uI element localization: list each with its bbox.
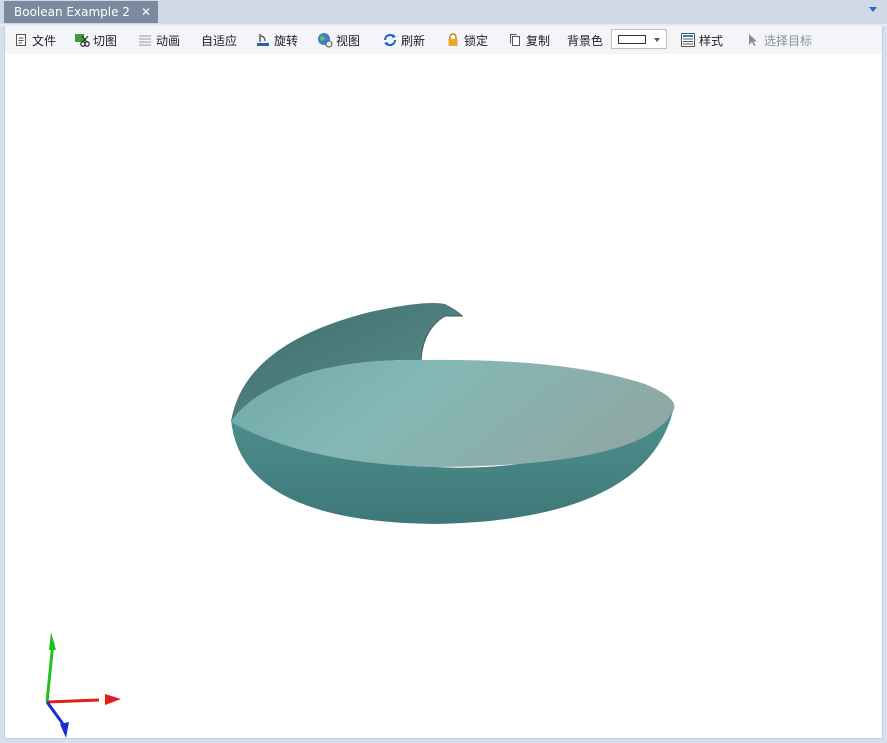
cut-view-label: 切图 — [93, 33, 118, 48]
background-color-picker[interactable] — [611, 29, 667, 49]
cut-view-button[interactable]: 切图 — [74, 30, 117, 50]
fit-button[interactable]: 自适应 — [201, 30, 237, 50]
copy-button[interactable]: 复制 — [507, 30, 550, 50]
y-axis-line — [45, 641, 55, 703]
color-swatch — [618, 35, 646, 44]
file-label: 文件 — [32, 33, 57, 48]
animation-button[interactable]: 动画 — [137, 30, 180, 50]
rotate-icon — [257, 34, 269, 46]
animation-label: 动画 — [156, 33, 181, 48]
document-tabstrip: Boolean Example 2 ✕ — [0, 0, 887, 24]
y-axis-arrow — [49, 632, 56, 650]
x-axis-arrow — [105, 694, 121, 705]
bowl-model — [231, 303, 675, 524]
axis-triad — [45, 632, 121, 738]
viewer-toolbar: 文件 切图 动画 自适应 旋转 视图 刷新 锁定 复制 背景色 样式 选择目标 — [4, 26, 883, 54]
lock-label: 锁定 — [464, 33, 489, 48]
refresh-button[interactable]: 刷新 — [382, 30, 425, 50]
view-button[interactable]: 视图 — [317, 30, 360, 50]
chevron-down-icon — [654, 38, 660, 42]
fit-label: 自适应 — [201, 33, 238, 48]
lock-icon — [448, 33, 458, 46]
lock-button[interactable]: 锁定 — [445, 30, 488, 50]
cursor-icon — [749, 34, 757, 46]
select-target-label: 选择目标 — [764, 33, 813, 48]
file-button[interactable]: 文件 — [13, 30, 56, 50]
document-tab[interactable]: Boolean Example 2 ✕ — [4, 1, 158, 23]
copy-icon — [510, 34, 520, 46]
x-axis-line — [46, 698, 100, 704]
scissors-icon — [75, 34, 90, 47]
z-axis-arrow — [60, 722, 69, 738]
copy-label: 复制 — [526, 33, 551, 48]
globe-icon — [318, 33, 333, 48]
refresh-label: 刷新 — [401, 33, 426, 48]
scene-canvas — [45, 303, 675, 738]
background-color-label-wrap: 背景色 — [567, 30, 603, 50]
style-list-icon — [681, 33, 695, 47]
refresh-icon — [384, 34, 396, 46]
view-label: 视图 — [336, 33, 361, 48]
list-lines-icon — [139, 35, 151, 46]
select-target-button[interactable]: 选择目标 — [745, 30, 812, 50]
style-label: 样式 — [699, 33, 724, 48]
background-color-label: 背景色 — [567, 33, 604, 48]
style-button[interactable]: 样式 — [680, 30, 723, 50]
z-axis-line — [45, 701, 65, 725]
rotate-label: 旋转 — [274, 33, 299, 48]
tab-title: Boolean Example 2 — [14, 5, 130, 19]
rotate-button[interactable]: 旋转 — [255, 30, 298, 50]
document-icon — [16, 34, 26, 46]
3d-viewport[interactable] — [4, 54, 883, 739]
close-icon[interactable]: ✕ — [141, 5, 151, 19]
tab-dropdown-icon[interactable] — [869, 7, 877, 12]
